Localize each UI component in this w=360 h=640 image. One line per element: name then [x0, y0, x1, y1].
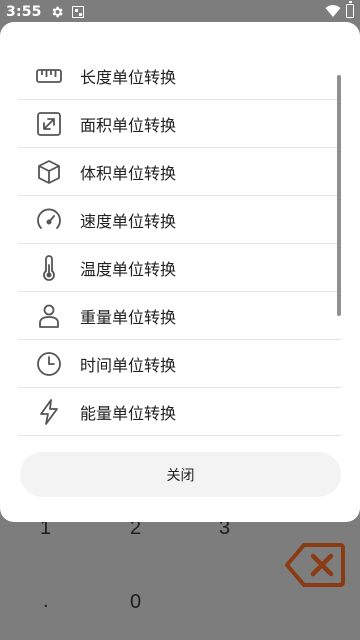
- clock-icon: [34, 349, 64, 379]
- wifi-icon: [325, 4, 341, 18]
- menu-item-label: 时间单位转换: [80, 355, 177, 375]
- menu-item-area[interactable]: 面积单位转换: [18, 100, 341, 148]
- menu-item-speed[interactable]: 速度单位转换: [18, 196, 341, 244]
- menu-item-label: 重量单位转换: [80, 307, 177, 327]
- menu-item-label: 面积单位转换: [80, 115, 177, 135]
- status-time: 3:55: [6, 4, 42, 20]
- status-bar: 3:55: [0, 0, 360, 24]
- menu-item-time[interactable]: 时间单位转换: [18, 340, 341, 388]
- menu-item-length[interactable]: 长度单位转换: [18, 52, 341, 100]
- menu-item-label: 长度单位转换: [80, 67, 177, 87]
- unit-conversion-dialog: 长度单位转换 面积单位转换 体积单位转换 速度单位转换 温度单位转换 重量单位转…: [0, 22, 360, 522]
- lightning-icon: [34, 397, 64, 427]
- gear-icon: [50, 5, 64, 19]
- area-expand-icon: [34, 109, 64, 139]
- menu-item-label: 体积单位转换: [80, 163, 177, 183]
- menu-item-label: 速度单位转换: [80, 211, 177, 231]
- close-button[interactable]: 关闭: [20, 452, 341, 497]
- menu-item-label: 能量单位转换: [80, 403, 177, 423]
- menu-item-volume[interactable]: 体积单位转换: [18, 148, 341, 196]
- key-0[interactable]: 0: [130, 591, 141, 614]
- conversion-menu-list: 长度单位转换 面积单位转换 体积单位转换 速度单位转换 温度单位转换 重量单位转…: [18, 52, 341, 436]
- weight-icon: [34, 301, 64, 331]
- menu-item-temperature[interactable]: 温度单位转换: [18, 244, 341, 292]
- cube-icon: [34, 157, 64, 187]
- backspace-icon[interactable]: [284, 541, 346, 589]
- menu-item-energy[interactable]: 能量单位转换: [18, 388, 341, 436]
- scrollbar[interactable]: [337, 75, 341, 316]
- qr-code-icon: [71, 6, 84, 18]
- menu-item-label: 温度单位转换: [80, 259, 177, 279]
- speedometer-icon: [34, 205, 64, 235]
- battery-icon: [346, 1, 354, 18]
- key-decimal[interactable]: .: [43, 590, 49, 613]
- ruler-icon: [34, 61, 64, 91]
- thermometer-icon: [34, 253, 64, 283]
- menu-item-weight[interactable]: 重量单位转换: [18, 292, 341, 340]
